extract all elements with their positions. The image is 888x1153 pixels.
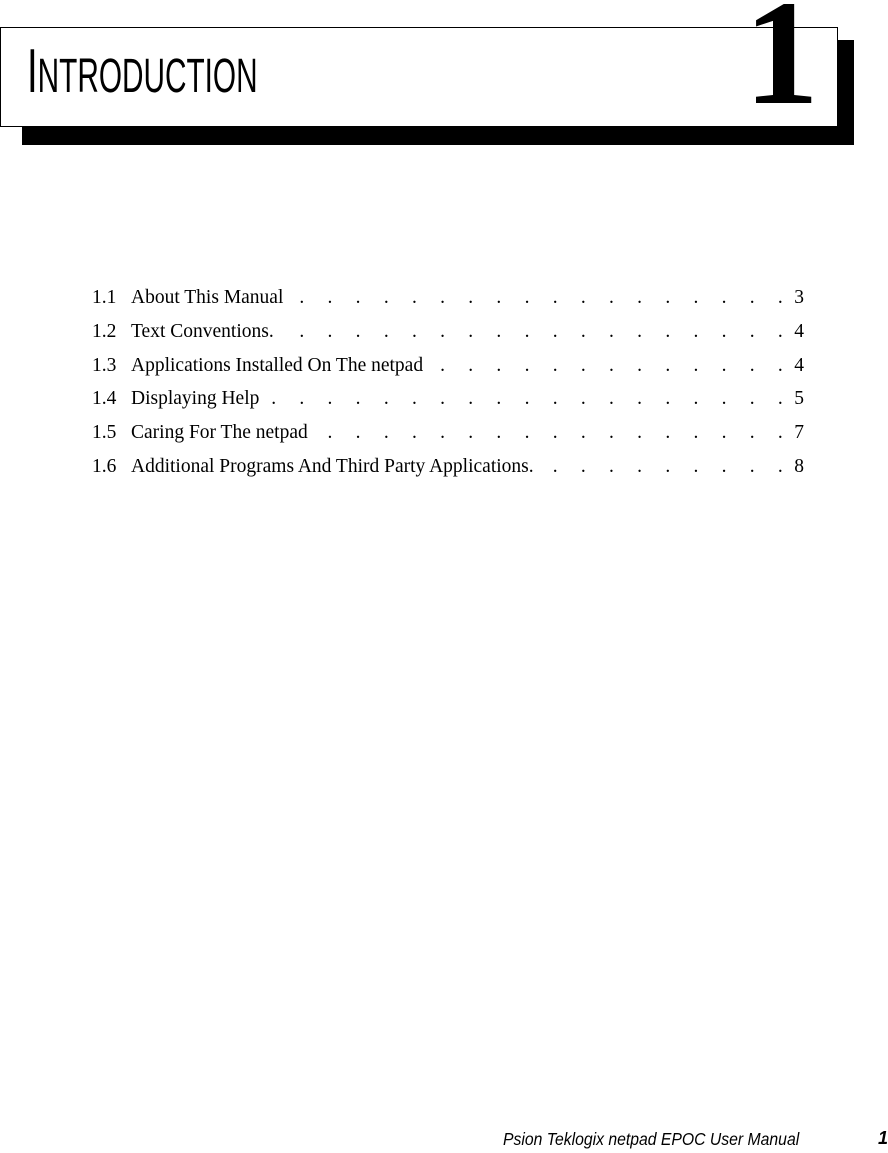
toc-entry-number: 1.6 xyxy=(92,455,117,477)
toc-entry-page: 7 xyxy=(794,422,804,444)
toc-entry-number: 1.4 xyxy=(92,388,117,410)
toc-leader-dots: . . . . . . . . . . . . . . . . . . . . … xyxy=(278,320,792,342)
toc-leader-dots: . . . . . . . . . . . . . . . . . . . . … xyxy=(427,354,792,376)
toc-entry-page: 3 xyxy=(794,287,804,308)
toc-entry-title: Applications Installed On The netpad xyxy=(131,352,428,379)
toc-entry-title: About This Manual xyxy=(131,285,288,311)
toc-leader-dots: . . . . . . . . . . . . . . . . . . . . … xyxy=(538,455,792,477)
toc-entry-title: Caring For The netpad xyxy=(131,420,312,447)
chapter-title-initial: I xyxy=(27,37,38,106)
toc-entry-page: 4 xyxy=(794,320,804,342)
toc-leader-dots: . . . . . . . . . . . . . . . . . . . . … xyxy=(263,388,792,410)
toc-entry-title: Text Conventions. xyxy=(131,318,278,345)
toc-leader-dots: . . . . . . . . . . . . . . . . . . . . … xyxy=(312,422,792,444)
table-of-contents: 1.1 About This Manual . . . . . . . . . … xyxy=(92,285,804,488)
chapter-title-rest: NTRODUCTION xyxy=(37,50,258,103)
toc-entry[interactable]: 1.4 Displaying Help . . . . . . . . . . … xyxy=(92,386,804,420)
toc-entry-title: Additional Programs And Third Party Appl… xyxy=(131,453,538,480)
chapter-number: 1 xyxy=(744,0,819,136)
footer-manual-title: Psion Teklogix netpad EPOC User Manual xyxy=(503,1129,800,1149)
toc-entry[interactable]: 1.1 About This Manual . . . . . . . . . … xyxy=(92,285,804,319)
toc-entry-title: Displaying Help xyxy=(131,386,264,413)
toc-entry-page: 5 xyxy=(794,388,804,410)
toc-leader-dots: . . . . . . . . . . . . . . . . . . . . … xyxy=(287,287,792,308)
toc-entry-number: 1.5 xyxy=(92,422,117,444)
toc-entry-number: 1.1 xyxy=(92,287,117,308)
toc-entry-number: 1.2 xyxy=(92,320,117,342)
toc-entry-page: 8 xyxy=(794,455,804,477)
toc-entry[interactable]: 1.5 Caring For The netpad . . . . . . . … xyxy=(92,420,804,454)
footer-page-number: 1 xyxy=(878,1128,888,1148)
toc-entry[interactable]: 1.3 Applications Installed On The netpad… xyxy=(92,352,804,387)
chapter-title: INTRODUCTION xyxy=(27,37,258,112)
toc-entry[interactable]: 1.2 Text Conventions. . . . . . . . . . … xyxy=(92,318,804,353)
toc-entry-number: 1.3 xyxy=(92,354,117,376)
toc-entry-page: 4 xyxy=(794,354,804,376)
toc-entry[interactable]: 1.6 Additional Programs And Third Party … xyxy=(92,453,804,488)
